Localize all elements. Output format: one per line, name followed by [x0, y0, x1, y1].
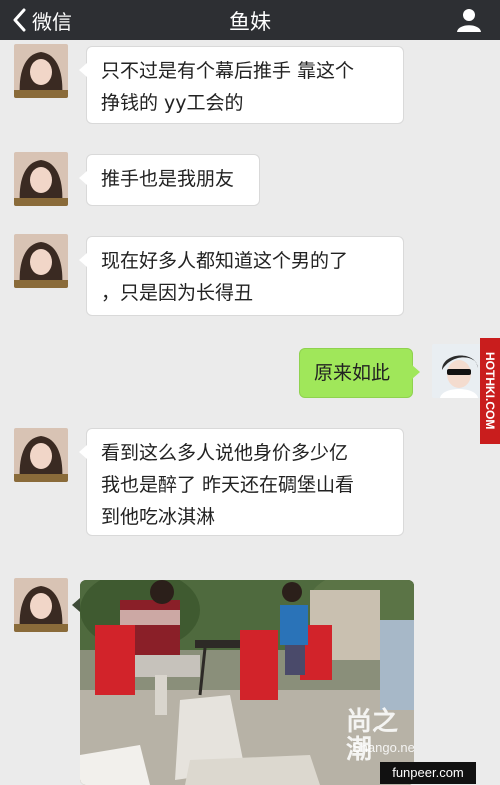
avatar[interactable] — [14, 578, 68, 632]
message-text-line: 原来如此 — [314, 362, 391, 384]
message-bubble[interactable]: 推手也是我朋友 — [79, 154, 260, 206]
message-bubble[interactable]: 现在好多人都知道这个男的了 ，只是因为长得丑 — [79, 236, 404, 316]
message-text-line: 只不过是有个幕后推手 靠这个 — [101, 60, 355, 82]
message-bubble-mine[interactable]: 原来如此 — [299, 348, 420, 398]
nav-bar: 微信 鱼妹 — [0, 0, 500, 40]
message-text-line: 现在好多人都知道这个男的了 — [101, 250, 349, 272]
message-text-line: 看到这么多人说他身价多少亿 — [101, 442, 349, 464]
message-text-line: 到他吃冰淇淋 — [101, 506, 216, 528]
avatar[interactable] — [14, 44, 68, 98]
avatar[interactable] — [14, 152, 68, 206]
my-avatar[interactable] — [432, 344, 486, 398]
message-bubble[interactable]: 只不过是有个幕后推手 靠这个 挣钱的 yy工会的 — [79, 46, 404, 124]
message-text-line: 挣钱的 yy工会的 — [101, 92, 244, 114]
message-text-line: 推手也是我朋友 — [101, 168, 235, 190]
contact-info-button[interactable] — [456, 7, 482, 37]
watermark-shango: 尚之潮 — [346, 707, 399, 765]
chat-title: 鱼妹 — [229, 10, 271, 34]
avatar[interactable] — [14, 428, 68, 482]
person-icon — [457, 9, 481, 32]
avatar[interactable] — [14, 234, 68, 288]
watermark-funpeer: funpeer.com — [380, 762, 476, 784]
message-bubble[interactable]: 看到这么多人说他身价多少亿 我也是醉了 昨天还在碉堡山看 到他吃冰淇淋 — [79, 428, 404, 536]
message-text-line: ，只是因为长得丑 — [101, 282, 254, 304]
photo-message[interactable]: 尚之潮 Shango.net — [80, 580, 414, 785]
watermark-side: HOTHKI.COM — [480, 338, 500, 444]
message-text-line: 我也是醉了 昨天还在碉堡山看 — [101, 474, 355, 496]
watermark-shango-sub: Shango.net — [352, 740, 414, 755]
